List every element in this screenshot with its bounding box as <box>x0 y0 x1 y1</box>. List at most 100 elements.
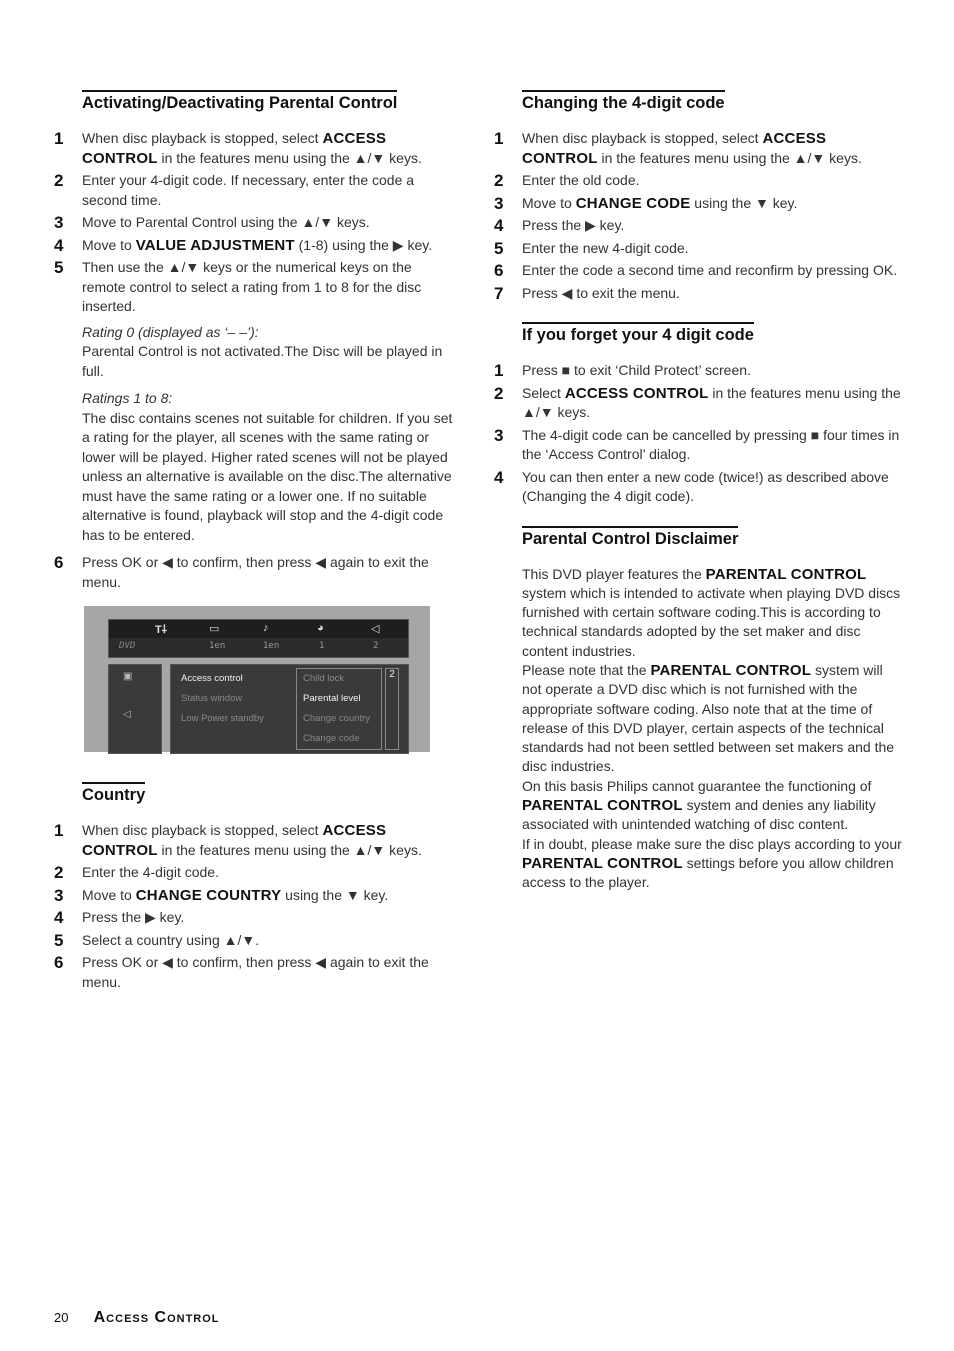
step-text: Move to CHANGE COUNTRY using the ▼ key. <box>82 886 389 904</box>
step: 2 Select ACCESS CONTROL in the features m… <box>494 384 902 423</box>
step: 5 Then use the ▲/▼ keys or the numerical … <box>54 258 458 317</box>
osd-menu-screenshot: T⸸ ▭ ♪ ◕ ◁ DVD 1en 1en 1 2 ▣ ◁ Access co… <box>84 606 430 754</box>
disclaimer-paragraph: This DVD player features the PARENTAL CO… <box>522 565 901 659</box>
step: 6 Press OK or ◀ to confirm, then press ◀ … <box>54 553 458 592</box>
steps-parental-control: 1 When disc playback is stopped, select A… <box>54 129 458 317</box>
osd-value: 2 <box>373 641 379 651</box>
osd-menu-item: Status window <box>181 693 243 704</box>
audio-icon: ♪ <box>263 622 269 634</box>
step: 3 The 4-digit code can be cancelled by pr… <box>494 426 902 465</box>
step-text: Move to CHANGE CODE using the ▼ key. <box>522 194 798 212</box>
step-text: When disc playback is stopped, select AC… <box>522 130 862 167</box>
step: 4 Press the ▶ key. <box>494 216 902 236</box>
step-number: 4 <box>494 467 504 487</box>
osd-submenu-item: Change code <box>303 733 360 744</box>
step: 4 Move to VALUE ADJUSTMENT (1-8) using th… <box>54 236 458 256</box>
subtitle-icon: ▭ <box>209 623 220 635</box>
note-text: Parental Control is not activated.The Di… <box>82 343 443 379</box>
disclaimer-paragraph: On this basis Philips cannot guarantee t… <box>522 777 876 833</box>
step-number: 2 <box>54 863 64 882</box>
step-number: 3 <box>494 425 504 445</box>
step-text: Press ■ to exit ‘Child Protect’ screen. <box>522 362 751 378</box>
step-number: 1 <box>494 129 504 148</box>
osd-value: 1en <box>263 641 280 651</box>
osd-top-bar: T⸸ ▭ ♪ ◕ ◁ DVD 1en 1en 1 2 <box>108 619 409 658</box>
step-text: Press the ▶ key. <box>522 217 625 233</box>
step: 3 Move to CHANGE CODE using the ▼ key. <box>494 194 902 214</box>
step: 6 Enter the code a second time and reconf… <box>494 261 902 281</box>
osd-main-panel: Access control Status window Low Power s… <box>170 664 409 754</box>
step-number: 2 <box>494 383 504 403</box>
step-text: Enter the code a second time and reconfi… <box>522 262 898 278</box>
dvd-logo: DVD <box>119 641 136 651</box>
step: 5 Select a country using ▲/▼. <box>54 931 458 951</box>
disclaimer-paragraph: Please note that the PARENTAL CONTROL sy… <box>522 661 895 775</box>
steps-forget-code: 1 Press ■ to exit ‘Child Protect’ screen.… <box>494 361 902 507</box>
step-text: Enter the old code. <box>522 172 640 188</box>
step-number: 2 <box>54 171 64 190</box>
step-number: 6 <box>54 553 64 572</box>
step-number: 3 <box>54 213 64 232</box>
osd-submenu-item: Change country <box>303 713 371 724</box>
step-text: Enter the 4-digit code. <box>82 864 219 880</box>
step-text: The 4-digit code can be cancelled by pre… <box>522 426 900 463</box>
step-number: 6 <box>54 953 64 972</box>
osd-menu-item: Low Power standby <box>181 713 264 724</box>
step: 3 Move to Parental Control using the ▲/▼ … <box>54 213 458 233</box>
step-number: 2 <box>494 171 504 190</box>
osd-submenu: Child lock Parental level Change country… <box>296 668 382 750</box>
note-title: Ratings 1 to 8: <box>82 390 173 406</box>
step: 1 When disc playback is stopped, select A… <box>54 129 458 168</box>
section-title-parental-control: Activating/Deactivating Parental Control <box>82 90 398 113</box>
osd-submenu-item: Child lock <box>303 673 345 684</box>
step-text: Move to Parental Control using the ▲/▼ k… <box>82 214 370 230</box>
step-text: Then use the ▲/▼ keys or the numerical k… <box>82 259 422 314</box>
note-title: Rating 0 (displayed as ‘– –’): <box>82 323 259 340</box>
step-number: 1 <box>54 129 64 148</box>
tools-icon: T⸸ <box>155 624 167 636</box>
note-text: The disc contains scenes not suitable fo… <box>82 409 453 543</box>
step-text: Press ◀ to exit the menu. <box>522 284 680 301</box>
osd-submenu-item: Parental level <box>303 693 361 704</box>
step-text: Move to VALUE ADJUSTMENT (1-8) using the… <box>82 236 433 254</box>
level-value: 2 <box>389 669 395 680</box>
angle-icon: ◕ <box>317 622 324 634</box>
left-column: Activating/Deactivating Parental Control… <box>54 90 458 995</box>
step-text: Press OK or ◀ to confirm, then press ◀ a… <box>82 554 429 590</box>
step-number: 4 <box>54 908 64 927</box>
step-text: When disc playback is stopped, select AC… <box>82 130 422 167</box>
note-ratings-1-8: Ratings 1 to 8: The disc contains scenes… <box>82 389 458 545</box>
step: 2 Enter the 4-digit code. <box>54 863 458 883</box>
section-title-disclaimer: Parental Control Disclaimer <box>522 525 739 549</box>
step: 2 Enter the old code. <box>494 171 902 191</box>
steps-change-code: 1 When disc playback is stopped, select A… <box>494 129 902 303</box>
step-number: 4 <box>494 216 504 235</box>
step-text: When disc playback is stopped, select AC… <box>82 822 422 859</box>
step-number: 3 <box>494 193 504 213</box>
step-number: 5 <box>54 930 64 950</box>
step: 1 When disc playback is stopped, select A… <box>54 821 458 860</box>
step: 5 Enter the new 4-digit code. <box>494 239 902 259</box>
step: 7 Press ◀ to exit the menu. <box>494 284 902 304</box>
section-title-forget-code: If you forget your 4 digit code <box>522 322 754 345</box>
section-title-country: Country <box>82 782 146 805</box>
step-number: 1 <box>54 821 64 840</box>
disclaimer-paragraph: If in doubt, please make sure the disc p… <box>522 835 902 891</box>
step-text: Press OK or ◀ to confirm, then press ◀ a… <box>82 954 429 990</box>
right-column: Changing the 4-digit code 1 When disc pla… <box>494 90 902 893</box>
step-text: Select ACCESS CONTROL in the features me… <box>522 384 901 421</box>
step-number: 1 <box>494 361 504 380</box>
step: 4 You can then enter a new code (twice!) … <box>494 468 902 507</box>
osd-side-panel: ▣ ◁ <box>108 664 162 754</box>
step-text: You can then enter a new code (twice!) a… <box>522 468 889 505</box>
step-text: Enter the new 4-digit code. <box>522 239 689 256</box>
step-number: 6 <box>494 261 504 280</box>
step-text: Press the ▶ key. <box>82 909 185 925</box>
page-number: 20 <box>54 1310 69 1325</box>
step-number: 5 <box>54 258 64 277</box>
step: 1 When disc playback is stopped, select A… <box>494 129 902 168</box>
osd-menu-item: Access control <box>181 673 243 684</box>
step: 3 Move to CHANGE COUNTRY using the ▼ key. <box>54 886 458 906</box>
step: 2 Enter your 4-digit code. If necessary, … <box>54 171 458 210</box>
osd-level-slider: 2 <box>385 668 399 750</box>
